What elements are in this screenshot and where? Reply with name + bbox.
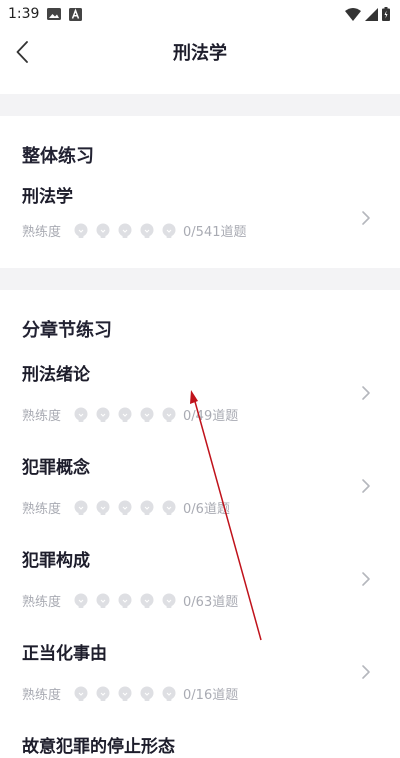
- section-divider: [0, 94, 400, 116]
- question-count: 0/16道题: [183, 688, 239, 703]
- bulb-icon: [117, 407, 133, 423]
- bulb-icon: [139, 223, 155, 239]
- page-title: 刑法学: [173, 43, 227, 64]
- proficiency-label: 熟练度: [22, 688, 62, 703]
- proficiency-label: 熟练度: [22, 225, 62, 240]
- bulb-icon: [161, 223, 177, 239]
- proficiency-row: 熟练度 0/16道题: [22, 684, 378, 703]
- proficiency-row: 熟练度 0/49道题: [22, 405, 378, 424]
- bulb-icon: [161, 686, 177, 702]
- proficiency-row: 熟练度 0/6道题: [22, 498, 378, 517]
- chapter-item[interactable]: 犯罪构成 熟练度 0/63道题: [0, 532, 400, 625]
- chevron-right-icon: [360, 664, 372, 680]
- chapter-item[interactable]: 故意犯罪的停止形态: [0, 718, 400, 758]
- chapters-section: 分章节练习 刑法绪论 熟练度 0/49道题 犯罪概念 熟练度 0/6道题 犯罪构…: [0, 290, 400, 758]
- wifi-icon: [345, 7, 361, 21]
- chevron-right-icon: [360, 478, 372, 494]
- font-a-icon: [69, 7, 83, 21]
- bulb-icon: [117, 500, 133, 516]
- question-count: 0/49道题: [183, 409, 239, 424]
- signal-icon: [365, 7, 378, 21]
- chevron-right-icon: [360, 385, 372, 401]
- question-count: 0/541道题: [183, 225, 247, 240]
- proficiency-row: 熟练度 0/63道题: [22, 591, 378, 610]
- item-title: 正当化事由: [22, 644, 107, 664]
- item-title: 犯罪概念: [22, 458, 90, 478]
- chapter-item[interactable]: 犯罪概念 熟练度 0/6道题: [0, 439, 400, 532]
- bulb-icon: [139, 407, 155, 423]
- bulb-icon: [139, 593, 155, 609]
- bulb-icon: [139, 686, 155, 702]
- overall-header: 整体练习: [22, 146, 94, 167]
- question-count: 0/6道题: [183, 502, 230, 517]
- bulb-icon: [95, 686, 111, 702]
- bulb-icon: [117, 593, 133, 609]
- bulb-icon: [139, 500, 155, 516]
- overall-section: 整体练习 刑法学 熟练度 0/541道题: [0, 116, 400, 254]
- bulb-icon: [161, 500, 177, 516]
- bulb-icon: [95, 500, 111, 516]
- bulb-icon: [95, 593, 111, 609]
- overall-item[interactable]: 刑法学 熟练度 0/541道题: [0, 182, 400, 254]
- item-title: 刑法绪论: [22, 365, 90, 385]
- section-divider: [0, 268, 400, 290]
- chapter-item[interactable]: 正当化事由 熟练度 0/16道题: [0, 625, 400, 718]
- bulb-icon: [117, 223, 133, 239]
- chapters-header: 分章节练习: [22, 320, 112, 341]
- status-bar: 1:39: [0, 0, 400, 28]
- bulb-icon: [95, 407, 111, 423]
- proficiency-label: 熟练度: [22, 409, 62, 424]
- item-title: 刑法学: [22, 187, 73, 207]
- bulb-icon: [161, 407, 177, 423]
- back-button[interactable]: [10, 40, 34, 64]
- back-arrow-icon: [16, 41, 28, 63]
- bulb-icon: [73, 223, 89, 239]
- chapter-item[interactable]: 刑法绪论 熟练度 0/49道题: [0, 346, 400, 439]
- bulb-icon: [73, 407, 89, 423]
- nav-bar: 刑法学: [0, 28, 400, 76]
- bulb-icon: [73, 500, 89, 516]
- image-icon: [47, 8, 62, 20]
- question-count: 0/63道题: [183, 595, 239, 610]
- bulb-icon: [95, 223, 111, 239]
- battery-icon: [382, 7, 390, 21]
- bulb-icon: [161, 593, 177, 609]
- proficiency-label: 熟练度: [22, 502, 62, 517]
- bulb-icon: [117, 686, 133, 702]
- bulb-icon: [73, 593, 89, 609]
- proficiency-row: 熟练度 0/541道题: [22, 221, 378, 240]
- chevron-right-icon: [360, 210, 372, 226]
- proficiency-label: 熟练度: [22, 595, 62, 610]
- item-title: 犯罪构成: [22, 551, 90, 571]
- status-time: 1:39: [8, 6, 40, 22]
- chevron-right-icon: [360, 571, 372, 587]
- item-title: 故意犯罪的停止形态: [22, 737, 175, 757]
- bulb-icon: [73, 686, 89, 702]
